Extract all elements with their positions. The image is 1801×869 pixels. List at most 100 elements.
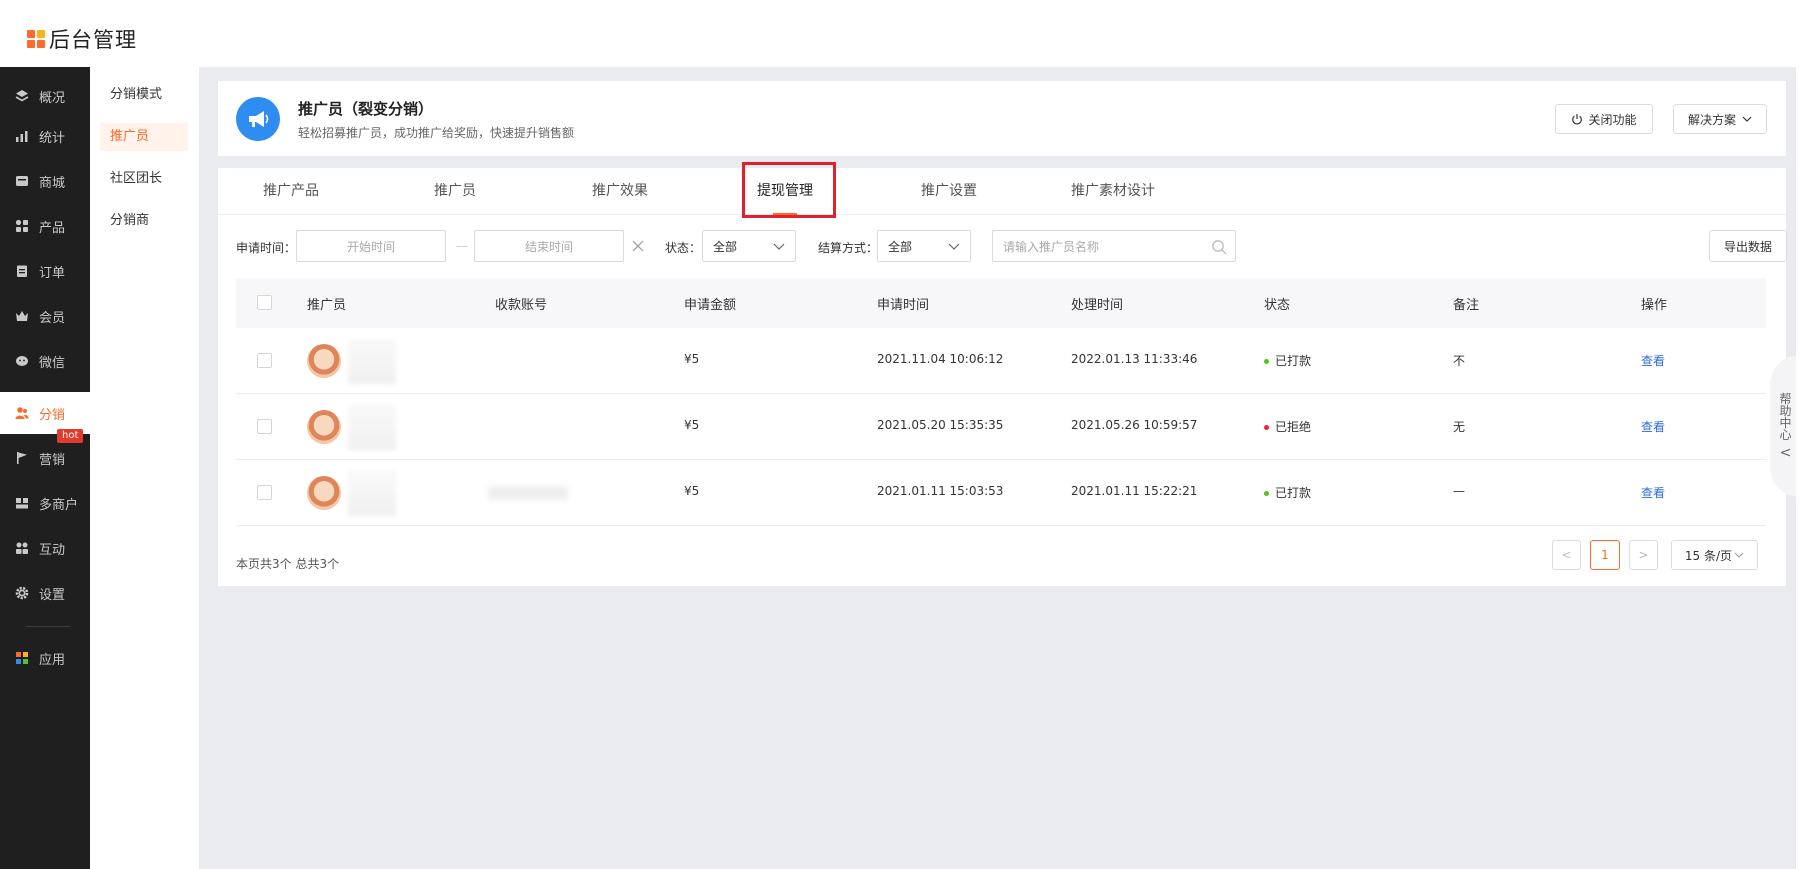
avatar xyxy=(307,410,341,444)
sidebar-item-stats[interactable]: 统计 xyxy=(0,115,90,157)
table-row: ¥5 2021.11.04 10:06:12 2022.01.13 11:33:… xyxy=(236,328,1766,394)
subnav-promoter[interactable]: 推广员 xyxy=(100,123,188,151)
apps-icon xyxy=(14,650,30,666)
sidebar-item-distribution[interactable]: 分销 xyxy=(0,392,90,434)
sidebar-item-members[interactable]: 会员 xyxy=(0,295,90,337)
row-checkbox[interactable] xyxy=(257,353,272,368)
grid-icon xyxy=(14,218,30,234)
start-time-input[interactable]: 开始时间 xyxy=(296,230,446,262)
account-blurred xyxy=(488,486,568,500)
status-dot xyxy=(1264,359,1269,364)
clear-icon[interactable] xyxy=(632,240,644,252)
column-header: 操作 xyxy=(1641,298,1668,313)
amount-cell: ¥5 xyxy=(684,352,700,366)
pagination-summary: 本页共3个 总共3个 xyxy=(236,557,340,571)
end-time-input[interactable]: 结束时间 xyxy=(474,230,624,262)
table-header: 推广员 收款账号 申请金额 申请时间 处理时间 状态 备注 操作 xyxy=(236,278,1766,328)
subnav-distribution-mode[interactable]: 分销模式 xyxy=(100,81,188,109)
prev-page-button[interactable]: < xyxy=(1552,540,1581,570)
view-link[interactable]: 查看 xyxy=(1641,352,1665,369)
view-link[interactable]: 查看 xyxy=(1641,418,1665,435)
settle-select-value: 全部 xyxy=(888,239,913,254)
page-size-value: 15 条/页 xyxy=(1684,548,1733,563)
range-separator: — xyxy=(456,239,468,253)
status-cell: 已打款 xyxy=(1264,352,1311,369)
next-page-button[interactable]: > xyxy=(1629,540,1658,570)
chevron-left-icon: < xyxy=(1779,445,1792,461)
sidebar-item-wechat[interactable]: 微信 xyxy=(0,340,90,382)
main-sidebar: 概况 统计 商城 产品 订单 会员 微信 分销 hot 营销 多商户 互动 设置… xyxy=(0,67,90,869)
chevron-down-icon xyxy=(773,240,785,254)
solution-dropdown[interactable]: 解决方案 xyxy=(1673,104,1767,134)
scrollbar[interactable] xyxy=(1796,0,1801,869)
flag-icon xyxy=(14,450,30,466)
page-size-select[interactable]: 15 条/页 xyxy=(1671,540,1758,570)
sidebar-item-products[interactable]: 产品 xyxy=(0,205,90,247)
note-cell: 无 xyxy=(1453,420,1466,434)
sidebar-item-label: 订单 xyxy=(39,265,66,281)
users-icon xyxy=(14,405,30,421)
shop-icon xyxy=(14,173,30,189)
sidebar-item-multi-merchant[interactable]: 多商户 xyxy=(0,482,90,524)
promoter-name-blurred xyxy=(348,470,396,516)
tab-promote-effect[interactable]: 推广效果 xyxy=(592,168,648,215)
page-subtitle: 轻松招募推广员，成功推广给奖励，快速提升销售额 xyxy=(298,126,575,140)
sidebar-item-label: 会员 xyxy=(39,310,66,326)
sidebar-item-label: 应用 xyxy=(39,652,66,668)
status-cell: 已打款 xyxy=(1264,484,1311,501)
sidebar-item-overview[interactable]: 概况 xyxy=(0,75,90,117)
filter-bar: 申请时间： 开始时间 — 结束时间 状态： 全部 结算方式： 全部 请输入推广员… xyxy=(218,230,1787,264)
view-link[interactable]: 查看 xyxy=(1641,484,1665,501)
sidebar-item-apps[interactable]: 应用 xyxy=(0,637,90,679)
column-header: 申请金额 xyxy=(684,298,737,313)
subnav-distributor[interactable]: 分销商 xyxy=(100,207,188,235)
row-checkbox[interactable] xyxy=(257,485,272,500)
amount-cell: ¥5 xyxy=(684,418,700,432)
sidebar-item-label: 多商户 xyxy=(39,497,79,513)
status-cell: 已拒绝 xyxy=(1264,418,1311,435)
layers-icon xyxy=(14,88,30,104)
status-select[interactable]: 全部 xyxy=(702,230,796,262)
solution-label: 解决方案 xyxy=(1687,112,1736,127)
settle-method-label: 结算方式： xyxy=(818,241,879,255)
sidebar-item-label: 营销 xyxy=(39,452,66,468)
search-icon xyxy=(1211,239,1227,255)
apply-time-cell: 2021.01.11 15:03:53 xyxy=(877,484,1004,498)
sidebar-item-shop[interactable]: 商城 xyxy=(0,160,90,202)
apply-time-label: 申请时间： xyxy=(236,241,297,255)
page-1-button[interactable]: 1 xyxy=(1590,540,1620,570)
subnav-community-leader[interactable]: 社区团长 xyxy=(100,165,188,193)
merchant-icon xyxy=(14,495,30,511)
settle-method-select[interactable]: 全部 xyxy=(877,230,971,262)
close-feature-button[interactable]: 关闭功能 xyxy=(1555,104,1653,134)
feature-header-card: 推广员（裂变分销） 轻松招募推广员，成功推广给奖励，快速提升销售额 关闭功能 解… xyxy=(218,81,1786,156)
export-data-button[interactable]: 导出数据 xyxy=(1709,230,1787,262)
tab-promote-settings[interactable]: 推广设置 xyxy=(921,168,977,215)
app-title: 后台管理 xyxy=(49,28,137,52)
sidebar-item-interaction[interactable]: 互动 xyxy=(0,527,90,569)
tab-promoters[interactable]: 推广员 xyxy=(434,168,476,215)
brand[interactable]: 后台管理 xyxy=(27,24,137,54)
sidebar-item-settings[interactable]: 设置 xyxy=(0,572,90,614)
tab-promote-products[interactable]: 推广产品 xyxy=(263,168,319,215)
column-header: 处理时间 xyxy=(1071,298,1124,313)
status-text: 已打款 xyxy=(1275,354,1312,368)
note-cell: 不 xyxy=(1453,354,1466,368)
power-icon xyxy=(1571,113,1583,125)
status-text: 已打款 xyxy=(1275,486,1312,500)
crown-icon xyxy=(14,308,30,324)
sidebar-item-orders[interactable]: 订单 xyxy=(0,250,90,292)
select-all-checkbox[interactable] xyxy=(257,295,272,310)
table-row: ¥5 2021.01.11 15:03:53 2021.01.11 15:22:… xyxy=(236,460,1766,526)
row-checkbox[interactable] xyxy=(257,419,272,434)
help-char: 心 xyxy=(1779,428,1792,442)
process-time-cell: 2021.01.11 15:22:21 xyxy=(1071,484,1198,498)
sidebar-item-marketing[interactable]: hot 营销 xyxy=(0,429,90,479)
promoter-search-input[interactable]: 请输入推广员名称 xyxy=(992,230,1236,262)
sidebar-item-label: 互动 xyxy=(39,542,66,558)
promoter-name-blurred xyxy=(348,338,396,384)
status-select-value: 全部 xyxy=(713,239,738,254)
top-bar: 后台管理 xyxy=(0,0,1801,67)
sidebar-item-label: 统计 xyxy=(39,130,66,146)
tab-material-design[interactable]: 推广素材设计 xyxy=(1071,168,1155,215)
